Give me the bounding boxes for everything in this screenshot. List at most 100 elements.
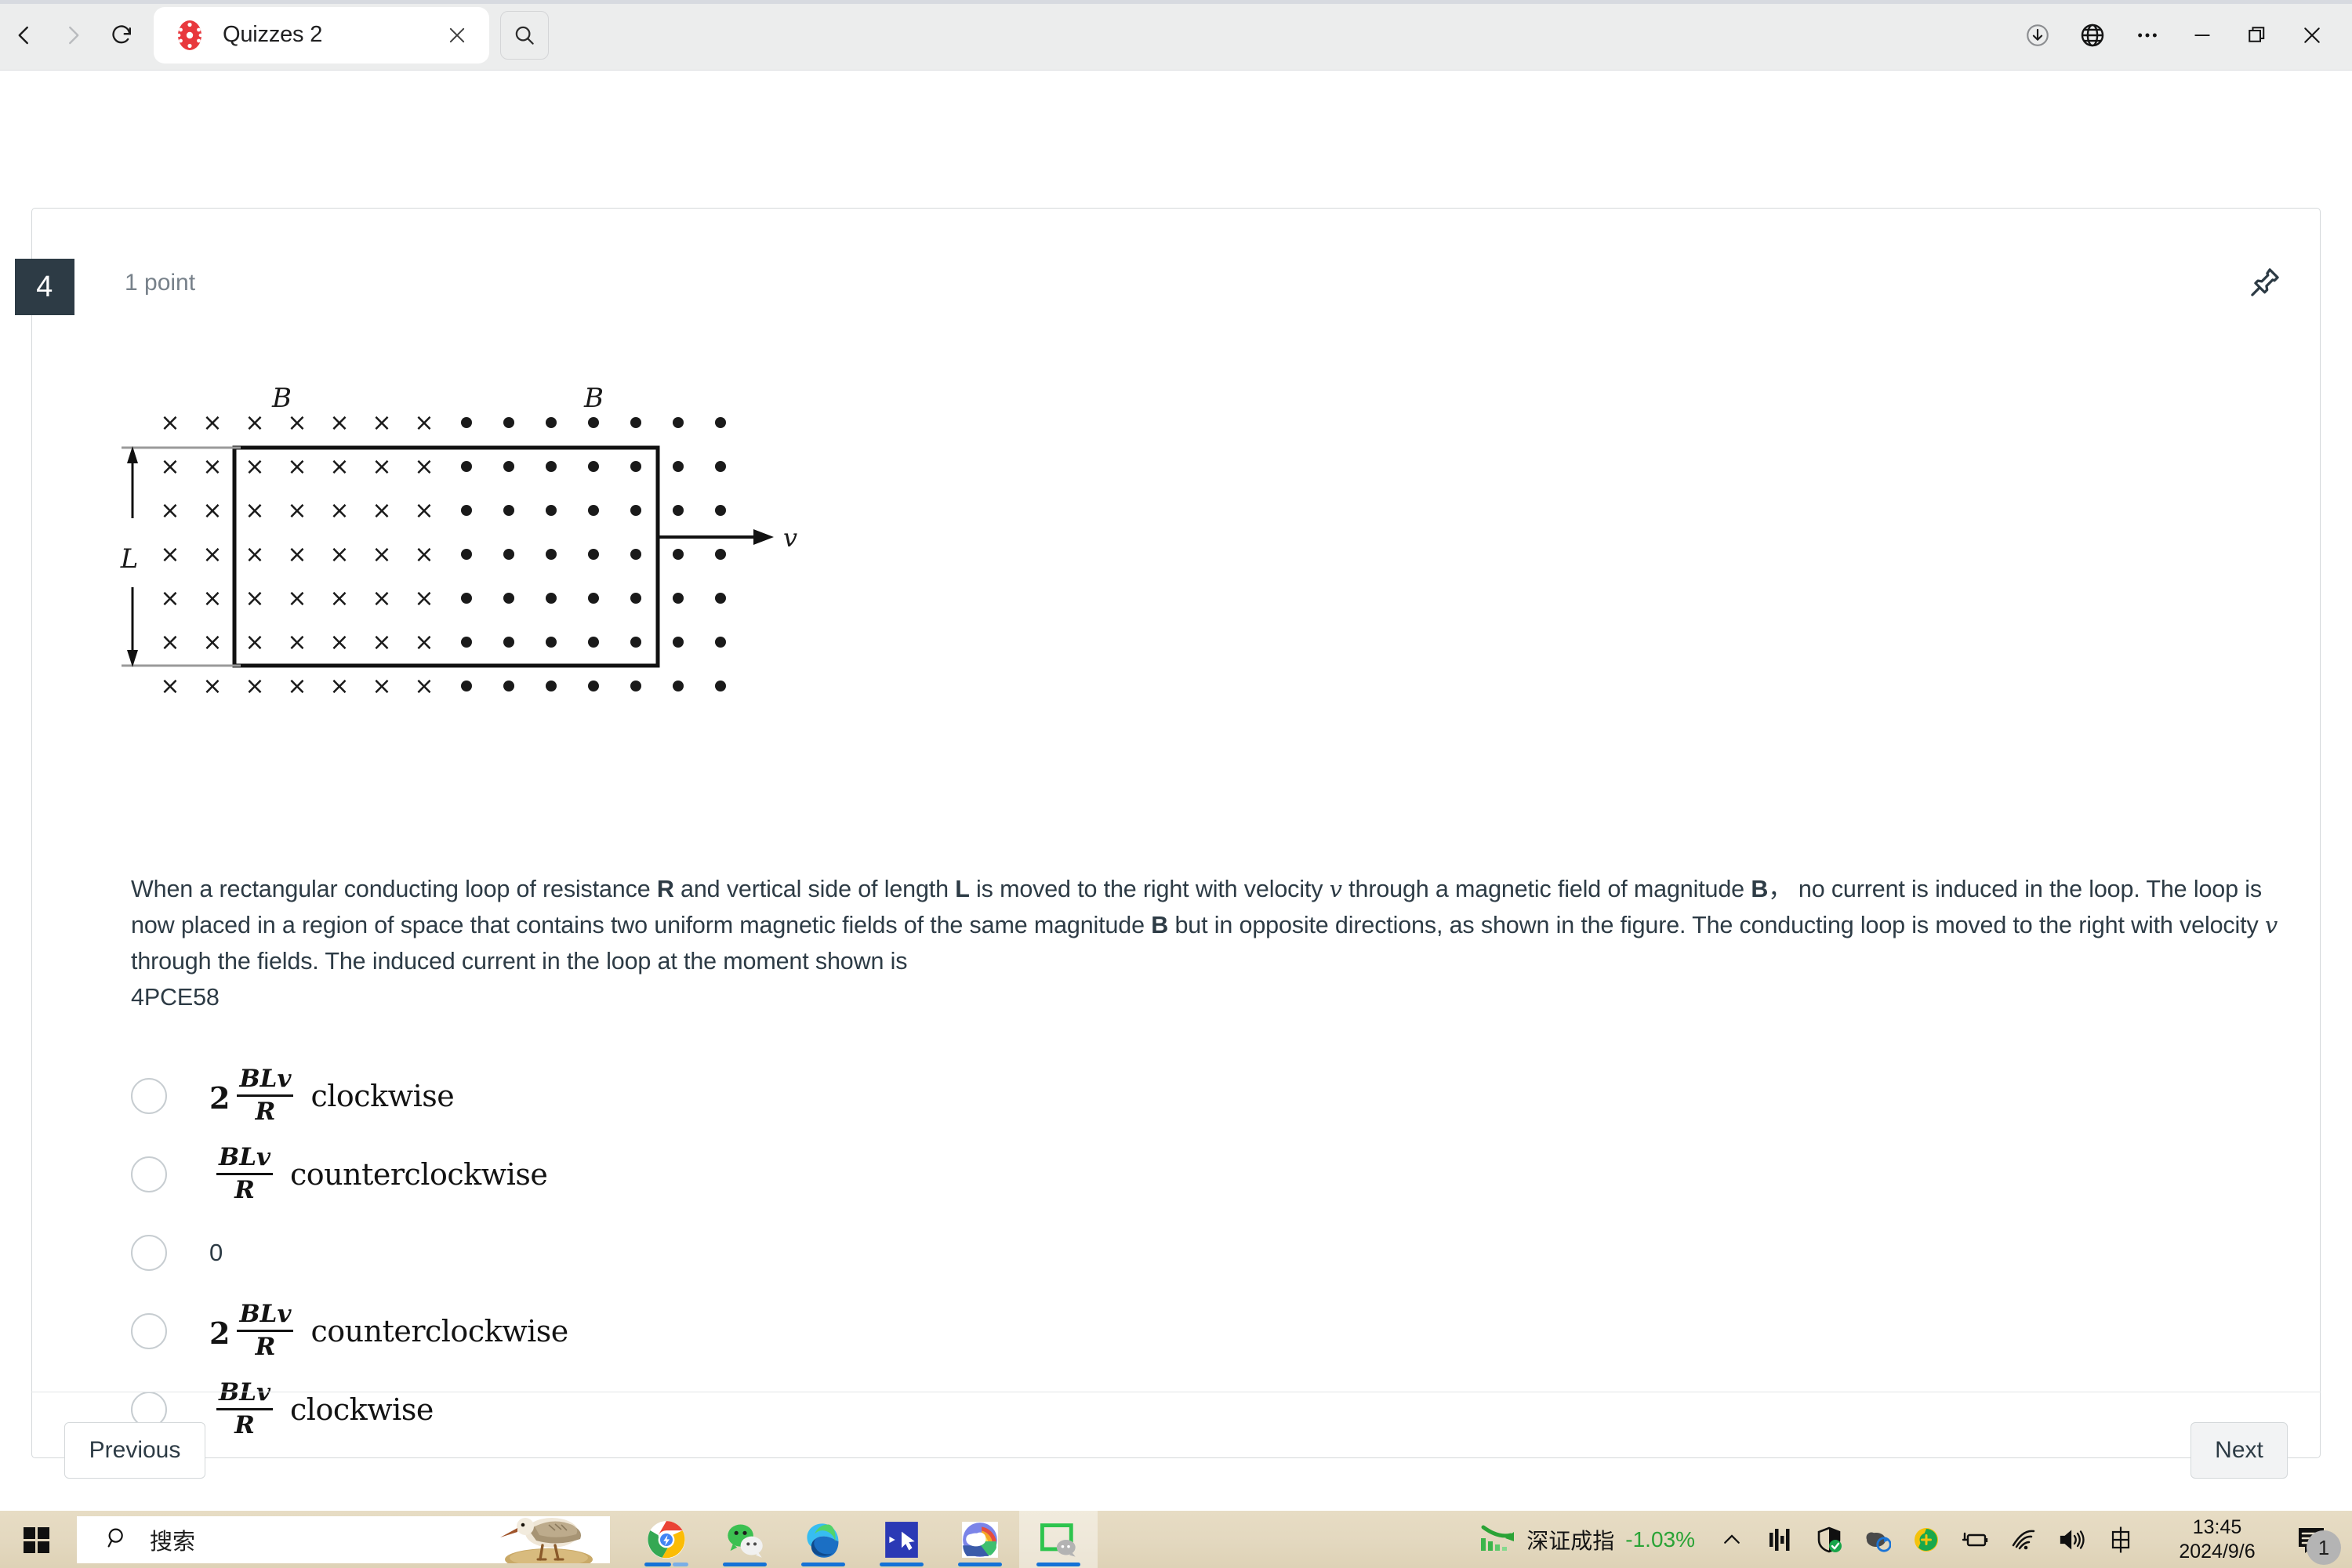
direction-word: clockwise [310, 1079, 455, 1113]
answer-option-2[interactable]: BLv R counterclockwise [131, 1135, 2248, 1214]
previous-button[interactable]: Previous [64, 1422, 205, 1479]
svg-text:×: × [287, 629, 307, 656]
svg-text:×: × [287, 585, 307, 612]
fraction-bar [237, 1329, 294, 1332]
pushpin-icon[interactable] [2240, 257, 2290, 307]
canvas-logo-icon [174, 18, 205, 53]
svg-text:×: × [414, 409, 434, 437]
svg-text:×: × [202, 453, 222, 481]
start-button[interactable] [0, 1511, 74, 1568]
ime-chinese-icon[interactable] [2096, 1511, 2145, 1568]
minimize-button[interactable] [2176, 11, 2228, 60]
forward-button[interactable] [49, 11, 97, 60]
task-running-indicator [723, 1563, 767, 1566]
svg-text:×: × [372, 497, 391, 524]
question-header: 4 1 point [15, 209, 2320, 342]
windows-taskbar: 搜索 深证成指 -1.03% 13:45 2024/9/6 1 [0, 1511, 2352, 1568]
radio-button[interactable] [131, 1156, 167, 1192]
volume-icon[interactable] [2048, 1511, 2096, 1568]
question-card: 4 1 point B B × × × × × × × × × × × × × … [15, 208, 2321, 1458]
svg-text:×: × [160, 453, 180, 481]
stock-ticker-widget[interactable]: 深证成指 -1.03% [1467, 1511, 1708, 1568]
svg-text:×: × [414, 541, 434, 568]
wifi-icon[interactable] [1999, 1511, 2048, 1568]
coefficient: 2 [209, 1080, 230, 1116]
search-icon [105, 1526, 129, 1554]
svg-text:×: × [160, 497, 180, 524]
taskbar-search-box[interactable]: 搜索 [77, 1515, 610, 1563]
system-tray: 深证成指 -1.03% 13:45 2024/9/6 1 [1467, 1511, 2352, 1568]
close-icon[interactable] [444, 22, 470, 49]
taskbar-app-edge[interactable] [784, 1511, 862, 1568]
battery-icon[interactable] [1951, 1511, 1999, 1568]
svg-text:×: × [414, 497, 434, 524]
reload-button[interactable] [97, 11, 146, 60]
figure-label-length: L [120, 543, 139, 575]
search-icon[interactable] [500, 10, 549, 60]
sandpiper-bird-image [488, 1516, 605, 1563]
svg-text:×: × [372, 541, 391, 568]
back-button[interactable] [0, 11, 49, 60]
denominator: R [255, 1332, 276, 1361]
update-icon[interactable] [1902, 1511, 1951, 1568]
direction-word: counterclockwise [310, 1314, 568, 1348]
security-shield-icon[interactable] [1805, 1511, 1853, 1568]
svg-text:×: × [329, 541, 349, 568]
wechat-window-icon [1040, 1523, 1076, 1557]
svg-text:×: × [372, 673, 391, 700]
chrome-icon [648, 1520, 685, 1559]
answer-label: 0 [209, 1239, 223, 1267]
svg-text:×: × [414, 673, 434, 700]
answer-option-3[interactable]: 0 [131, 1214, 2248, 1292]
numerator: BLv [219, 1143, 271, 1172]
notification-center-button[interactable]: 1 [2280, 1511, 2346, 1568]
svg-text:×: × [202, 585, 222, 612]
browser-tab[interactable]: Quizzes 2 [154, 6, 489, 64]
clock-time: 13:45 [2192, 1515, 2242, 1538]
svg-text:×: × [372, 453, 391, 481]
svg-text:×: × [287, 497, 307, 524]
question-statement: When a rectangular conducting loop of re… [131, 876, 2278, 975]
globe-icon[interactable] [2067, 11, 2118, 60]
svg-text:×: × [160, 541, 180, 568]
next-button[interactable]: Next [2190, 1422, 2288, 1479]
stock-trend-down-icon [1479, 1521, 1515, 1558]
window-top-edge [0, 0, 2352, 4]
radio-button[interactable] [131, 1313, 167, 1349]
close-button[interactable] [2286, 11, 2338, 60]
task-running-indicator [958, 1563, 1002, 1566]
fraction: BLv R [216, 1143, 274, 1203]
search-placeholder-label: 搜索 [150, 1529, 196, 1555]
downloads-icon[interactable] [2012, 11, 2063, 60]
svg-text:×: × [414, 453, 434, 481]
svg-text:×: × [202, 409, 222, 437]
svg-text:×: × [287, 673, 307, 700]
taskbar-app-cloud[interactable] [941, 1511, 1019, 1568]
answer-option-4[interactable]: 2 BLv R counterclockwise [131, 1292, 2248, 1370]
answer-option-1[interactable]: 2 BLv R clockwise [131, 1057, 2248, 1135]
show-hidden-icons-chevron[interactable] [1708, 1511, 1756, 1568]
taskbar-app-chrome[interactable] [627, 1511, 706, 1568]
svg-text:×: × [202, 497, 222, 524]
audio-mixer-icon[interactable] [1756, 1511, 1805, 1568]
svg-text:×: × [329, 453, 349, 481]
stock-index-name: 深证成指 [1526, 1528, 1615, 1553]
taskbar-app-wechat-window[interactable] [1019, 1511, 1098, 1568]
notification-count-badge: 1 [2307, 1530, 2341, 1565]
taskbar-clock[interactable]: 13:45 2024/9/6 [2154, 1511, 2280, 1568]
weather-sync-icon[interactable] [1853, 1511, 1902, 1568]
more-options-icon[interactable] [2122, 11, 2173, 60]
svg-text:×: × [287, 409, 307, 437]
maximize-button[interactable] [2231, 11, 2283, 60]
radio-button[interactable] [131, 1078, 167, 1114]
magnetic-field-figure: B B × × × × × × × × × × × × × × × × × × … [118, 377, 949, 702]
tab-strip: Quizzes 2 [154, 6, 549, 64]
taskbar-app-wechat[interactable] [706, 1511, 784, 1568]
svg-text:×: × [160, 629, 180, 656]
svg-text:×: × [329, 673, 349, 700]
radio-button[interactable] [131, 1235, 167, 1271]
answer-options-list: 2 BLv R clockwise BLv R counterclockwise… [131, 1057, 2248, 1449]
taskbar-app-cursor[interactable] [862, 1511, 941, 1568]
windows-logo-icon [24, 1526, 49, 1553]
answer-value: 0 [209, 1239, 223, 1266]
